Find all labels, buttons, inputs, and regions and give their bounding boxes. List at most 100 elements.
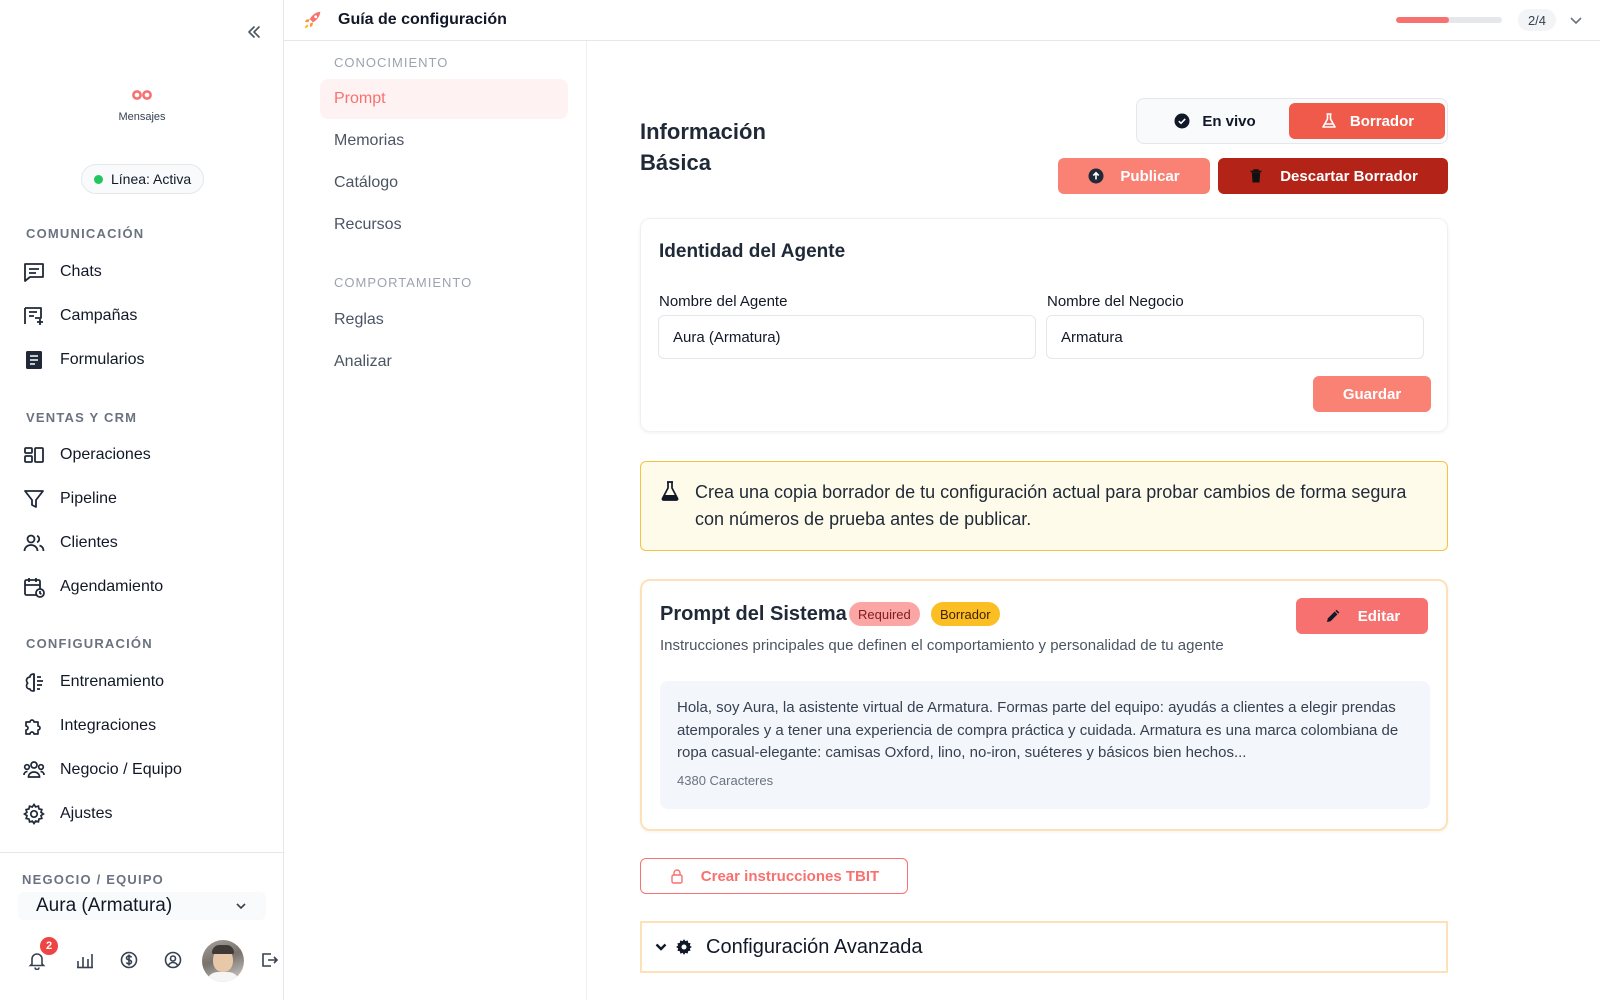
calendar-icon bbox=[24, 578, 45, 598]
brand-label: Mensajes bbox=[118, 111, 166, 123]
publish-label: Publicar bbox=[1120, 167, 1180, 185]
campaign-icon bbox=[24, 307, 43, 325]
setup-guide-title: Guía de configuración bbox=[338, 11, 507, 28]
sidebar-item-business-team[interactable]: Negocio / Equipo bbox=[22, 756, 182, 784]
subnav-section-knowledge: CONOCIMIENTO bbox=[334, 55, 449, 70]
sidebar-item-chats[interactable]: Chats bbox=[22, 258, 102, 286]
system-prompt-title: Prompt del Sistema bbox=[660, 603, 847, 625]
character-count: 4380 Caracteres bbox=[677, 773, 774, 788]
discard-draft-button[interactable]: Descartar Borrador bbox=[1218, 158, 1448, 194]
sidebar-item-forms[interactable]: Formularios bbox=[22, 346, 144, 374]
avatar-shirt bbox=[206, 972, 240, 982]
system-prompt-subtitle: Instrucciones principales que definen el… bbox=[660, 637, 1224, 654]
sidebar-item-clients[interactable]: Clientes bbox=[22, 529, 118, 557]
brand[interactable]: Mensajes bbox=[0, 88, 284, 123]
subnav-item-prompt[interactable]: Prompt bbox=[320, 79, 568, 119]
profile-icon[interactable] bbox=[163, 950, 183, 970]
team-selector-value: Aura (Armatura) bbox=[36, 895, 173, 916]
sidebar-item-label: Entrenamiento bbox=[60, 673, 165, 690]
page-title: Información Básica bbox=[640, 119, 766, 175]
sidebar: Mensajes Línea: Activa COMUNICACIÓN Chat… bbox=[0, 0, 284, 1000]
lock-icon bbox=[671, 869, 683, 884]
system-prompt-preview[interactable]: Hola, soy Aura, la asistente virtual de … bbox=[660, 681, 1430, 809]
agent-name-label: Nombre del Agente bbox=[659, 293, 788, 310]
team-selector[interactable]: Aura (Armatura) bbox=[18, 892, 266, 920]
line-status-badge: Línea: Activa bbox=[81, 164, 205, 194]
nav-section-sales-crm: VENTAS Y CRM bbox=[26, 410, 138, 425]
system-prompt-text: Hola, soy Aura, la asistente virtual de … bbox=[677, 699, 1399, 761]
chevron-down-icon[interactable] bbox=[1568, 12, 1584, 28]
discard-draft-label: Descartar Borrador bbox=[1280, 167, 1418, 185]
sidebar-item-settings[interactable]: Ajustes bbox=[22, 800, 112, 828]
chevron-down-icon bbox=[236, 903, 246, 910]
subnav-item-rules[interactable]: Reglas bbox=[320, 300, 568, 340]
sidebar-item-scheduling[interactable]: Agendamiento bbox=[22, 573, 163, 601]
brain-icon bbox=[25, 673, 43, 692]
main-content: Información Básica En vivo Borrador Publ… bbox=[588, 41, 1600, 1000]
notification-count-badge: 2 bbox=[40, 937, 58, 955]
sidebar-item-pipeline[interactable]: Pipeline bbox=[22, 485, 117, 513]
sidebar-item-campaigns[interactable]: Campañas bbox=[22, 302, 137, 330]
chat-icon bbox=[24, 263, 44, 282]
sidebar-item-label: Clientes bbox=[60, 534, 118, 551]
advanced-config-label: Configuración Avanzada bbox=[706, 935, 923, 958]
setup-progress-bar bbox=[1396, 17, 1502, 23]
subnav-item-resources[interactable]: Recursos bbox=[320, 205, 568, 245]
agent-identity-title: Identidad del Agente bbox=[659, 241, 846, 262]
infinity-logo-icon bbox=[132, 90, 152, 100]
sidebar-item-operations[interactable]: Operaciones bbox=[22, 441, 151, 469]
sidebar-divider bbox=[0, 852, 284, 853]
trash-icon bbox=[1250, 169, 1262, 183]
logout-icon[interactable] bbox=[259, 950, 279, 970]
setup-guide-bar[interactable]: Guía de configuración 2/4 bbox=[284, 0, 1600, 41]
sidebar-item-training[interactable]: Entrenamiento bbox=[22, 668, 164, 696]
subnav-item-memories[interactable]: Memorias bbox=[320, 121, 568, 161]
sidebar-item-integrations[interactable]: Integraciones bbox=[22, 712, 156, 740]
publish-button[interactable]: Publicar bbox=[1058, 158, 1210, 194]
subnav-item-analyze[interactable]: Analizar bbox=[320, 342, 568, 382]
system-prompt-card: Prompt del Sistema Required Borrador Ins… bbox=[640, 579, 1448, 831]
business-name-input[interactable] bbox=[1046, 315, 1424, 359]
team-icon bbox=[23, 761, 45, 778]
mode-live-button[interactable]: En vivo bbox=[1145, 103, 1285, 139]
collapse-sidebar-icon[interactable] bbox=[244, 22, 264, 42]
sidebar-item-label: Campañas bbox=[60, 307, 138, 324]
avatar[interactable] bbox=[202, 940, 244, 982]
gear-icon bbox=[676, 939, 692, 955]
puzzle-icon bbox=[25, 719, 41, 735]
pencil-icon bbox=[1326, 609, 1340, 622]
flask-icon bbox=[1322, 113, 1336, 128]
check-circle-icon bbox=[1174, 113, 1190, 129]
knowledge-subnav: CONOCIMIENTO Prompt Memorias Catálogo Re… bbox=[284, 41, 587, 1000]
edit-prompt-label: Editar bbox=[1357, 607, 1401, 625]
sidebar-item-label: Formularios bbox=[60, 351, 145, 368]
sidebar-item-label: Integraciones bbox=[60, 717, 157, 734]
sidebar-item-label: Agendamiento bbox=[60, 578, 164, 595]
sidebar-item-label: Chats bbox=[60, 263, 102, 280]
nav-section-configuration: CONFIGURACIÓN bbox=[26, 636, 153, 651]
mode-draft-label: Borrador bbox=[1349, 112, 1415, 130]
nav-section-communication: COMUNICACIÓN bbox=[26, 226, 145, 241]
mode-toggle: En vivo Borrador bbox=[1136, 98, 1448, 144]
create-tbit-instructions-button[interactable]: Crear instrucciones TBIT bbox=[640, 858, 908, 894]
users-icon bbox=[23, 534, 45, 552]
form-icon bbox=[26, 351, 42, 369]
agent-name-input[interactable] bbox=[658, 315, 1036, 359]
sidebar-item-label: Pipeline bbox=[60, 490, 117, 507]
edit-prompt-button[interactable]: Editar bbox=[1296, 598, 1428, 634]
setup-progress-fill bbox=[1396, 17, 1449, 23]
billing-icon[interactable] bbox=[119, 950, 139, 970]
business-name-label: Nombre del Negocio bbox=[1047, 293, 1184, 310]
save-button[interactable]: Guardar bbox=[1313, 376, 1431, 412]
mode-draft-button[interactable]: Borrador bbox=[1289, 103, 1445, 139]
avatar-hair bbox=[212, 945, 234, 954]
analytics-icon[interactable] bbox=[75, 950, 95, 970]
subnav-item-catalog[interactable]: Catálogo bbox=[320, 163, 568, 203]
advanced-config-toggle[interactable]: Configuración Avanzada bbox=[640, 921, 1448, 973]
chevron-down-icon bbox=[655, 943, 667, 951]
sidebar-item-label: Ajustes bbox=[60, 805, 113, 822]
line-status-text: Línea: Activa bbox=[111, 171, 192, 187]
operations-icon bbox=[24, 447, 44, 463]
draft-badge: Borrador bbox=[931, 602, 1000, 626]
agent-identity-card: Identidad del Agente Nombre del Agente N… bbox=[640, 218, 1448, 432]
